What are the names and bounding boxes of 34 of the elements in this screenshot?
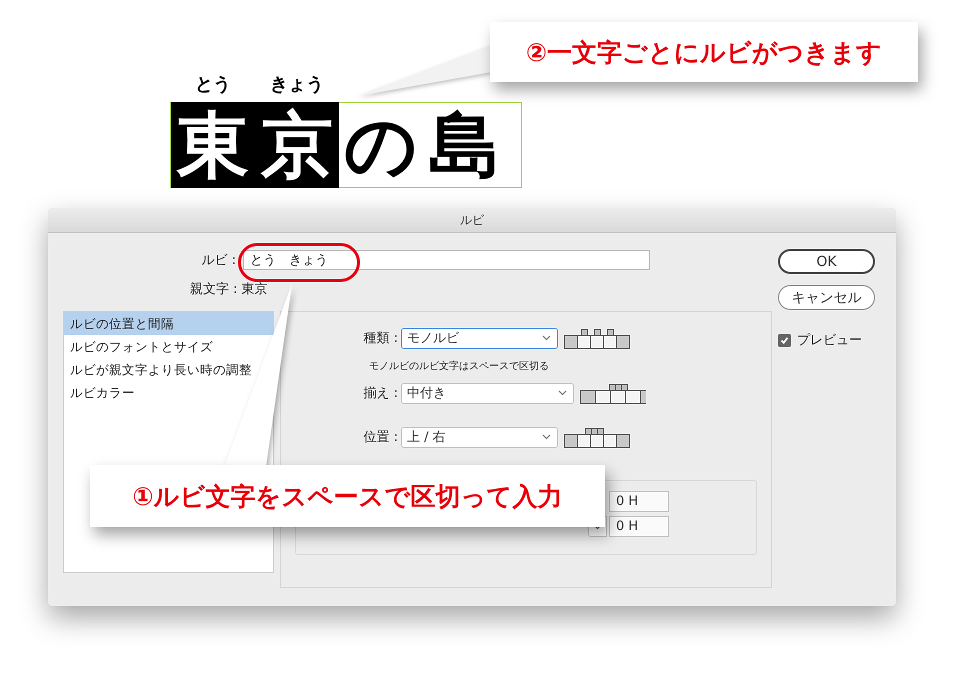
category-item[interactable]: ルビのフォントとサイズ xyxy=(64,335,273,358)
category-item[interactable]: ルビカラー xyxy=(64,381,273,404)
setting-dropdown[interactable]: モノルビ xyxy=(401,328,558,348)
ruby-input-field[interactable]: とう きょう xyxy=(243,250,650,270)
setting-label: 種類 : xyxy=(362,330,398,347)
base-text: 親文字 : 東京 xyxy=(189,281,269,298)
note-text: モノルビのルビ文字はスペースで区切る xyxy=(368,360,550,373)
category-item[interactable]: ルビの位置と間隔 xyxy=(64,312,273,335)
setting-dropdown[interactable]: 上 / 右 xyxy=(401,426,558,448)
callout-tooltip: ②一文字ごとにルビがつきます xyxy=(490,22,918,82)
chevron-icon xyxy=(542,335,551,341)
offset-field[interactable]: 0 H xyxy=(609,491,669,512)
ruby-layout-icon xyxy=(580,384,646,404)
chevron-icon xyxy=(542,434,551,440)
setting-label: 揃え : xyxy=(362,385,398,402)
setting-label: 位置 : xyxy=(362,429,398,446)
ruby-layout-icon xyxy=(564,428,630,448)
base-character: 東 xyxy=(177,109,249,181)
chevron-icon xyxy=(558,390,567,396)
setting-dropdown[interactable]: 中付き xyxy=(401,382,574,404)
base-character: の xyxy=(344,109,418,181)
base-character: 京 xyxy=(261,109,333,181)
cancel-button[interactable]: キャンセル xyxy=(778,285,875,310)
category-item[interactable]: ルビが親文字より長い時の調整 xyxy=(64,358,273,381)
ruby-text: とう xyxy=(194,74,232,96)
ruby-text: きょう xyxy=(269,74,325,96)
preview-label: プレビュー xyxy=(797,332,862,349)
base-character: 島 xyxy=(429,109,501,181)
ruby-layout-icon xyxy=(564,329,630,349)
preview-checkbox[interactable] xyxy=(778,334,791,346)
ok-button[interactable]: OK xyxy=(778,249,875,274)
ruby-label: ルビ : xyxy=(200,252,237,269)
offset-field[interactable]: 0 H xyxy=(609,516,669,537)
dialog-title: ルビ xyxy=(460,212,484,228)
